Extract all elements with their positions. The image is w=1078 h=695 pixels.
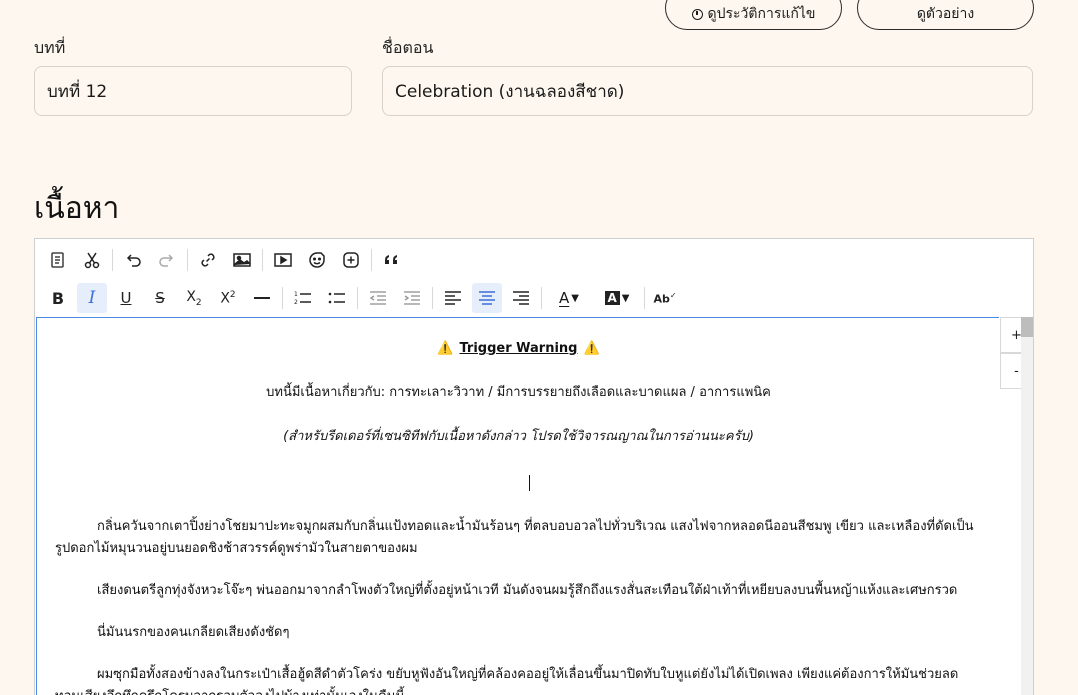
redo-icon[interactable]	[152, 245, 182, 275]
paste-icon[interactable]	[43, 245, 73, 275]
cut-icon[interactable]	[77, 245, 107, 275]
editor-scrollbar[interactable]	[1021, 317, 1033, 695]
bullet-list-icon[interactable]	[322, 283, 352, 313]
view-history-button[interactable]: ดูประวัติการแก้ไข	[665, 0, 842, 30]
toolbar-separator	[112, 249, 113, 271]
align-left-icon[interactable]	[438, 283, 468, 313]
warning-icon: ⚠️	[437, 341, 454, 356]
preview-label: ดูตัวอย่าง	[916, 6, 975, 22]
editor-toolbar-row-1	[35, 241, 1033, 279]
image-icon[interactable]	[227, 245, 257, 275]
ordered-list-icon[interactable]: 12	[288, 283, 318, 313]
episode-title-label: ชื่อตอน	[382, 38, 434, 57]
indent-icon[interactable]	[397, 283, 427, 313]
align-center-icon[interactable]	[472, 283, 502, 313]
story-paragraph: ผมซุกมือทั้งสองข้างลงในกระเป๋าเสื้อฮู้ดส…	[55, 667, 959, 695]
scrollbar-thumb[interactable]	[1021, 317, 1033, 337]
link-icon[interactable]	[193, 245, 223, 275]
chevron-down-icon: ▼	[621, 292, 630, 304]
undo-icon[interactable]	[118, 245, 148, 275]
sticker-icon[interactable]	[302, 245, 332, 275]
toolbar-separator	[371, 249, 372, 271]
italic-icon[interactable]: I	[77, 283, 107, 313]
strikethrough-icon[interactable]: S	[145, 283, 175, 313]
font-color-icon: A	[559, 289, 570, 307]
toolbar-separator	[187, 249, 188, 271]
toolbar-separator	[262, 249, 263, 271]
view-history-label: ดูประวัติการแก้ไข	[707, 6, 816, 22]
content-description: บทนี้มีเนื้อหาเกี่ยวกับ: การทะเลาะวิวาท …	[266, 385, 771, 400]
svg-text:2: 2	[294, 299, 298, 306]
story-paragraph: กลิ่นควันจากเตาปิ้งย่างโชยมาปะทะจมูกผสมก…	[55, 519, 974, 556]
preview-button[interactable]: ดูตัวอย่าง	[857, 0, 1034, 30]
spellcheck-icon[interactable]: Ab✓	[650, 283, 680, 313]
superscript-icon[interactable]: X2	[213, 283, 243, 313]
story-paragraph: นี่มันนรกของคนเกลียดเสียงดังชัดๆ	[97, 625, 290, 640]
horizontal-rule-icon[interactable]	[247, 283, 277, 313]
svg-text:1: 1	[294, 291, 298, 298]
outdent-icon[interactable]	[363, 283, 393, 313]
highlight-color-icon: A	[604, 291, 620, 305]
editor-content-area[interactable]: ⚠️ Trigger Warning ⚠️ บทนี้มีเนื้อหาเกี่ยว…	[36, 317, 999, 695]
plus-circle-icon[interactable]	[336, 245, 366, 275]
chevron-down-icon: ▼	[571, 292, 579, 304]
trigger-warning-title: Trigger Warning	[459, 341, 578, 356]
toolbar-separator	[644, 287, 645, 309]
chapter-input[interactable]	[34, 66, 352, 116]
underline-icon[interactable]: U	[111, 283, 141, 313]
toolbar-separator	[432, 287, 433, 309]
toolbar-separator	[357, 287, 358, 309]
toolbar-separator	[541, 287, 542, 309]
align-right-icon[interactable]	[506, 283, 536, 313]
rich-text-editor: B I U S X2 X2 12 A ▼ A ▼ Ab✓ ⚠️ Trigger …	[34, 238, 1034, 695]
episode-title-input[interactable]	[382, 66, 1033, 116]
reader-note: (สำหรับรีดเดอร์ที่เซนซิทีฟกับเนื้อหาดังก…	[283, 429, 754, 444]
highlight-color-dropdown[interactable]: A ▼	[595, 283, 639, 313]
subscript-icon[interactable]: X2	[179, 283, 209, 313]
font-color-dropdown[interactable]: A ▼	[547, 283, 591, 313]
story-paragraph: เสียงดนตรีลูกทุ่งจังหวะโจ๊ะๆ พ่นออกมาจาก…	[97, 583, 958, 598]
quote-icon[interactable]	[377, 245, 407, 275]
editor-toolbar-row-2: B I U S X2 X2 12 A ▼ A ▼ Ab✓	[35, 279, 1033, 317]
toolbar-separator	[282, 287, 283, 309]
bold-icon[interactable]: B	[43, 283, 73, 313]
video-icon[interactable]	[268, 245, 298, 275]
text-caret	[529, 475, 530, 491]
chapter-label: บทที่	[34, 38, 66, 57]
clock-icon	[691, 8, 703, 20]
content-heading: เนื้อหา	[34, 191, 120, 226]
trigger-warning-line: ⚠️ Trigger Warning ⚠️	[37, 338, 999, 360]
warning-icon: ⚠️	[583, 341, 600, 356]
